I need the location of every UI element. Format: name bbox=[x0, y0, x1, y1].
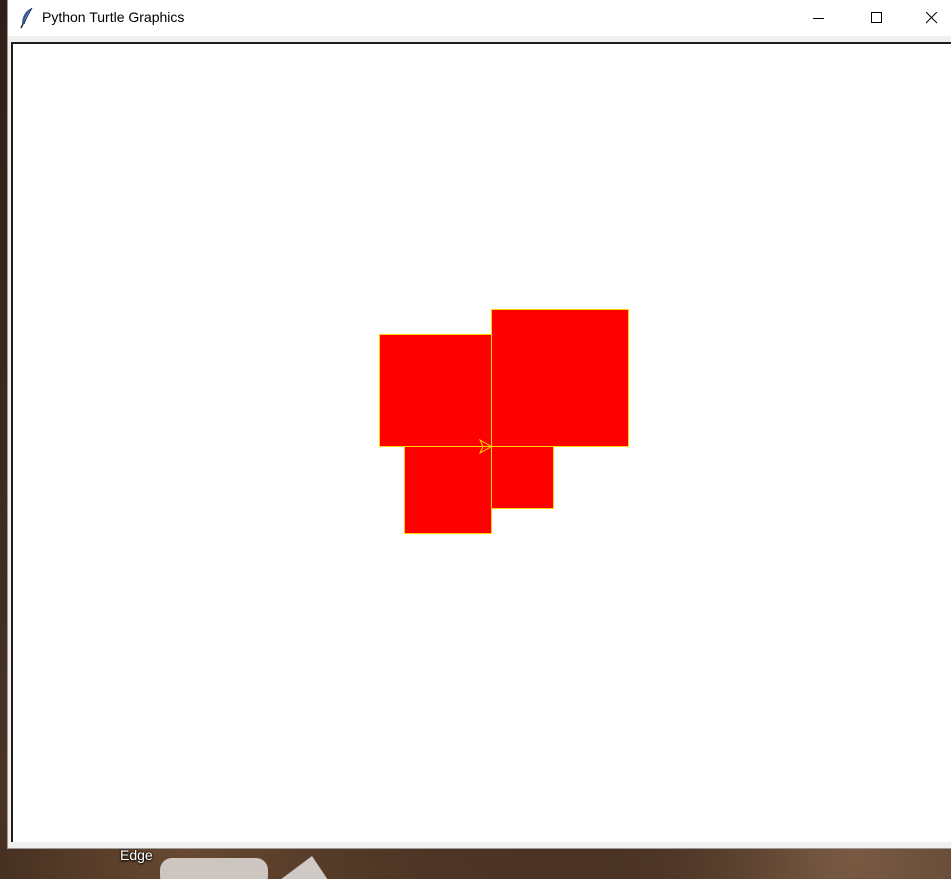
window-client-area bbox=[8, 39, 951, 846]
minimize-button[interactable] bbox=[796, 0, 842, 36]
window-title: Python Turtle Graphics bbox=[42, 9, 185, 25]
desktop-shortcut-icon[interactable] bbox=[272, 856, 332, 879]
close-icon bbox=[926, 12, 938, 24]
feather-icon bbox=[19, 7, 35, 29]
desktop-label-edge[interactable]: Edge bbox=[120, 847, 153, 863]
red-square-bottom-right bbox=[491, 446, 554, 509]
turtle-window: Python Turtle Graphics bbox=[8, 0, 951, 848]
minimize-icon bbox=[813, 18, 824, 19]
title-bar[interactable]: Python Turtle Graphics bbox=[8, 0, 951, 36]
red-square-top-right bbox=[491, 309, 629, 447]
desktop-edge-icon[interactable] bbox=[160, 858, 268, 879]
maximize-icon bbox=[871, 12, 882, 23]
drawing-surface bbox=[379, 309, 629, 534]
red-square-top-left bbox=[379, 334, 492, 447]
maximize-button[interactable] bbox=[854, 0, 900, 36]
close-button[interactable] bbox=[913, 0, 951, 36]
turtle-canvas[interactable] bbox=[11, 42, 951, 842]
red-square-bottom-left bbox=[404, 446, 492, 534]
